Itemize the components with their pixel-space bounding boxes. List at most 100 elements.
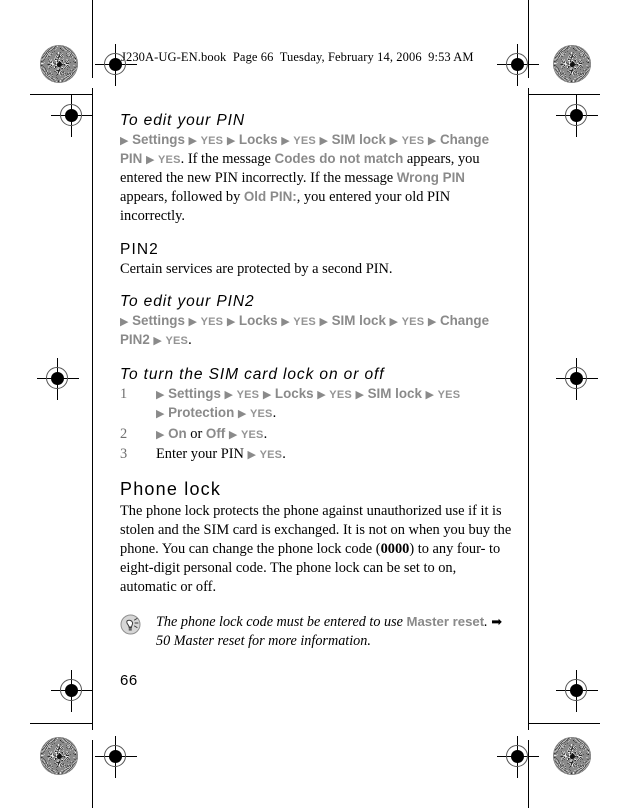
step-triangle-icon: ▶ — [355, 389, 364, 402]
step-triangle-icon: ▶ — [425, 389, 435, 402]
trim-line-left-lower — [92, 88, 93, 730]
steps-list-sim-card-lock: 1 ▶ Settings ▶ YES ▶ Locks ▶ YES ▶ SIM l… — [120, 385, 512, 464]
step-triangle-icon: ▶ — [228, 428, 238, 441]
ui-ref-sim-lock: SIM lock — [367, 386, 422, 402]
registration-cross-bottom-left — [51, 670, 93, 712]
registration-cross-bottom-left-inner — [95, 736, 137, 778]
trim-line-bottom-right — [528, 723, 600, 724]
header-date: Tuesday, February 14, 2006 — [279, 50, 422, 64]
registration-cross-mid-left — [37, 358, 79, 400]
step-triangle-icon: ▶ — [226, 316, 236, 329]
ui-ref-sim-lock: SIM lock — [331, 313, 386, 329]
body-phone-lock: The phone lock protects the phone agains… — [120, 502, 512, 598]
key-ref-yes: YES — [401, 134, 425, 147]
registration-cross-top-right-inner — [497, 44, 539, 86]
step-triangle-icon: ▶ — [262, 389, 272, 402]
running-header: J230A-UG-EN.book Page 66 Tuesday, Februa… — [121, 50, 474, 65]
step-number: 3 — [120, 445, 128, 462]
ui-ref-locks: Locks — [238, 313, 278, 329]
heading-to-edit-your-pin: To edit your PIN — [120, 112, 245, 129]
step-triangle-icon: ▶ — [247, 448, 256, 461]
step-triangle-icon: ▶ — [427, 134, 437, 147]
step-triangle-icon: ▶ — [226, 134, 236, 147]
key-ref-yes: YES — [437, 389, 461, 402]
step-triangle-icon: ▶ — [319, 316, 328, 329]
ui-ref-off: Off — [205, 425, 226, 441]
list-item: 1 ▶ Settings ▶ YES ▶ Locks ▶ YES ▶ SIM l… — [120, 385, 512, 423]
ui-ref-codes-do-not-match: Codes do not match — [274, 150, 404, 166]
key-ref-yes: YES — [158, 153, 181, 166]
ui-ref-master-reset: Master reset — [406, 614, 485, 630]
page-number: 66 — [120, 672, 138, 689]
page-content: To edit your PIN ▶ Settings ▶ YES ▶ Lock… — [120, 112, 512, 651]
heading-phone-lock: Phone lock — [120, 478, 222, 499]
text-after-path: . — [188, 332, 192, 349]
step-trailing: . — [282, 445, 286, 462]
registration-star-top-left — [40, 45, 78, 83]
step-triangle-icon: ▶ — [120, 316, 129, 329]
default-phone-lock-code: 0000 — [380, 540, 410, 557]
step-triangle-icon: ▶ — [319, 134, 328, 147]
ui-ref-settings: Settings — [132, 313, 185, 329]
key-ref-yes: YES — [249, 408, 273, 421]
key-ref-yes: YES — [293, 134, 316, 147]
cross-reference-arrow-icon: ➡ — [491, 614, 503, 630]
note-text-part-3: 50 Master reset for more information. — [156, 633, 371, 650]
list-item: 2 ▶ On or Off ▶ YES. — [120, 425, 512, 444]
key-ref-yes: YES — [240, 428, 264, 441]
registration-cross-top-left — [51, 95, 93, 137]
registration-cross-bottom-right — [556, 670, 598, 712]
step-triangle-icon: ▶ — [237, 408, 247, 421]
heading-to-edit-your-pin2: To edit your PIN2 — [120, 293, 255, 311]
step-triangle-icon: ▶ — [120, 134, 129, 147]
step-triangle-icon: ▶ — [145, 153, 155, 166]
header-page-label: Page 66 — [232, 50, 274, 64]
step-triangle-icon: ▶ — [224, 389, 233, 402]
step-continuation: ▶ Protection ▶ YES. — [156, 404, 512, 423]
registration-star-bottom-right — [553, 737, 591, 775]
body-pin2: Certain services are protected by a seco… — [120, 261, 393, 278]
trim-line-bottom-left — [30, 723, 92, 724]
step-triangle-icon: ▶ — [317, 389, 326, 402]
note-text-part-1: The phone lock code must be entered to u… — [156, 614, 407, 631]
tip-lightbulb-icon — [120, 614, 141, 635]
step-trailing: . — [263, 425, 268, 442]
step-triangle-icon: ▶ — [188, 134, 197, 147]
key-ref-yes: YES — [329, 389, 352, 402]
step-triangle-icon: ▶ — [156, 408, 165, 421]
step-triangle-icon: ▶ — [156, 389, 165, 402]
heading-pin2: PIN2 — [120, 240, 159, 258]
step-triangle-icon: ▶ — [281, 316, 290, 329]
trim-line-left — [92, 0, 93, 78]
key-ref-yes: YES — [200, 316, 224, 329]
ui-ref-on: On — [168, 425, 187, 441]
step-triangle-icon: ▶ — [427, 316, 437, 329]
ui-ref-old-pin: Old PIN: — [243, 189, 297, 205]
conjunction-or: or — [190, 425, 203, 442]
step-triangle-icon: ▶ — [188, 316, 197, 329]
registration-cross-mid-right — [556, 358, 598, 400]
procedure-to-edit-your-pin2: ▶ Settings ▶ YES ▶ Locks ▶ YES ▶ SIM loc… — [120, 312, 512, 350]
registration-star-top-right — [553, 45, 591, 83]
key-ref-yes: YES — [165, 335, 189, 348]
registration-cross-top-right — [556, 95, 598, 137]
step-triangle-icon: ▶ — [389, 134, 399, 147]
ui-ref-wrong-pin: Wrong PIN — [396, 170, 465, 186]
text-segment-3: appears, followed by — [120, 189, 244, 206]
key-ref-yes: YES — [200, 134, 224, 147]
ui-ref-protection: Protection — [168, 405, 235, 421]
ui-ref-sim-lock: SIM lock — [331, 131, 386, 147]
heading-to-turn-sim-card-lock: To turn the SIM card lock on or off — [120, 366, 385, 384]
tip-note-block: The phone lock code must be entered to u… — [120, 613, 512, 650]
key-ref-yes: YES — [401, 316, 425, 329]
key-ref-yes: YES — [236, 389, 260, 402]
key-ref-yes: YES — [259, 448, 283, 461]
text-after-path: . If the message — [180, 150, 275, 167]
list-item: 3 Enter your PIN ▶ YES. — [120, 445, 512, 464]
key-ref-yes: YES — [293, 316, 316, 329]
